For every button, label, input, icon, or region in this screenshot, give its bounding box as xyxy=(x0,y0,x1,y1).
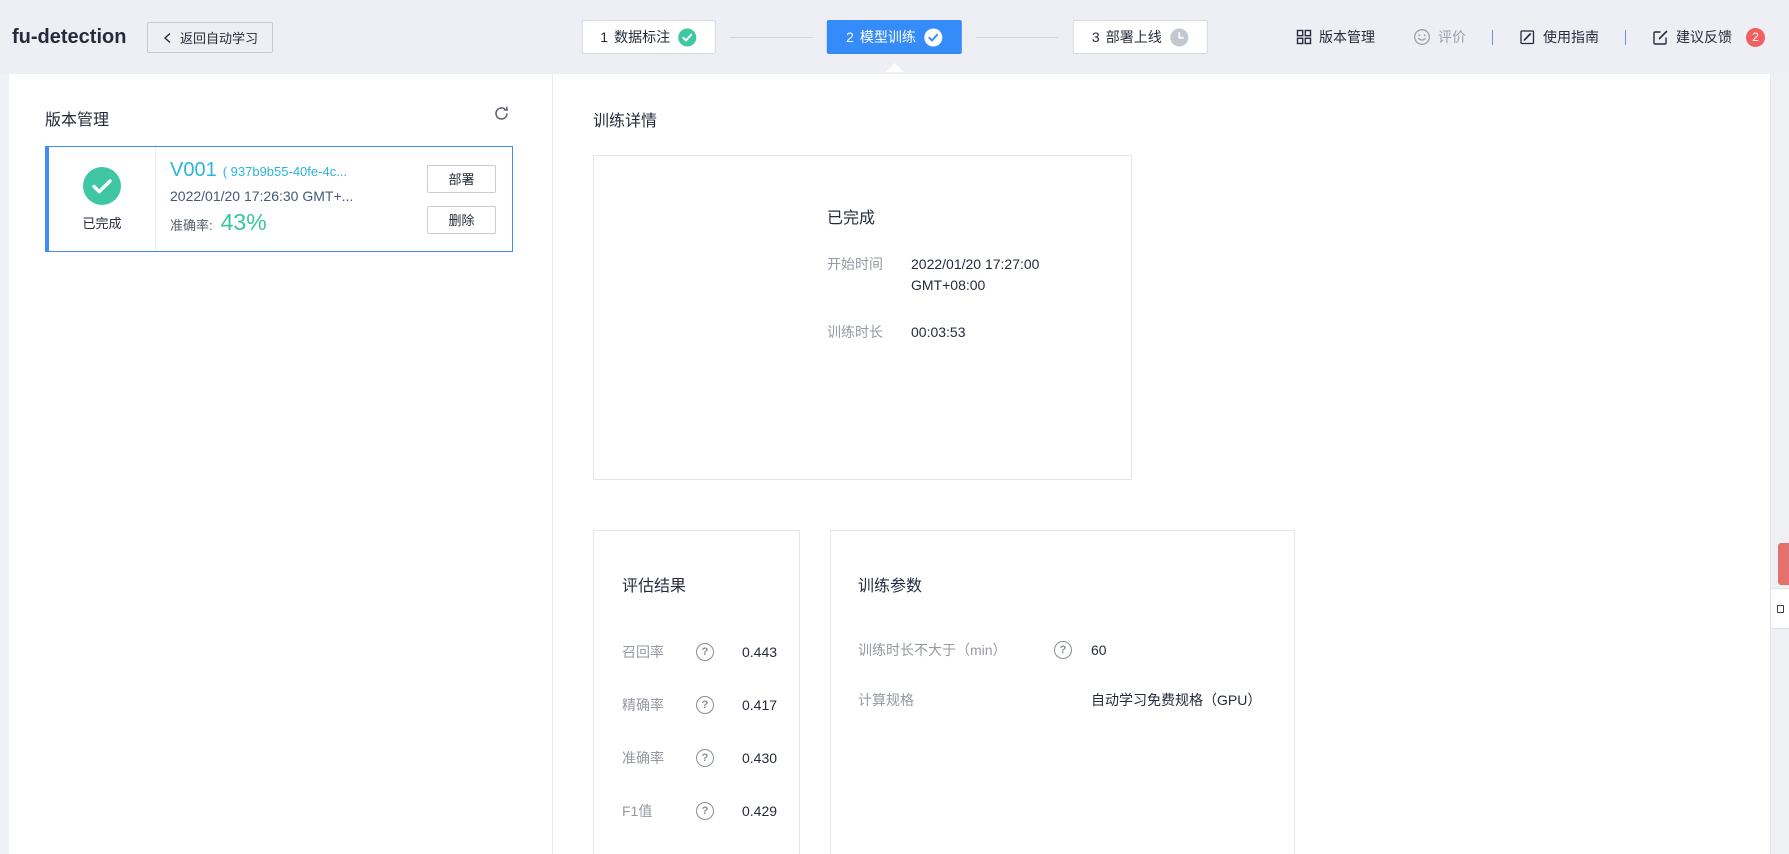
duration-label: 训练时长 xyxy=(827,324,883,340)
version-status-block: 已完成 xyxy=(49,147,156,251)
help-icon[interactable]: ? xyxy=(696,748,714,767)
metric-label: 精确率 xyxy=(622,696,664,713)
metric-value: 0.430 xyxy=(742,749,778,766)
left-gutter xyxy=(0,74,9,854)
metric-value: 0.417 xyxy=(742,696,778,713)
rate-link[interactable]: 评价 xyxy=(1413,27,1466,47)
screen: fu-detection 返回自动学习 1 数据标注 2 模型训练 3 部署上线… xyxy=(0,0,1789,854)
step-label: 模型训练 xyxy=(859,29,916,45)
step-model-training[interactable]: 2 模型训练 xyxy=(827,20,962,72)
version-uuid: ( 937b9b55-40fe-4c... xyxy=(222,164,348,179)
version-management-label: 版本管理 xyxy=(1319,29,1375,45)
step-data-labeling[interactable]: 1 数据标注 xyxy=(581,20,717,54)
param-label: 训练时长不大于（min） xyxy=(858,642,1007,658)
metric-label: 准确率 xyxy=(622,749,664,766)
param-label: 计算规格 xyxy=(858,692,914,708)
version-status-label: 已完成 xyxy=(82,215,122,231)
user-guide-link[interactable]: 使用指南 xyxy=(1519,27,1599,47)
project-title: fu-detection xyxy=(12,25,127,48)
version-card[interactable]: 已完成 V001 ( 937b9b55-40fe-4c... 2022/01/2… xyxy=(45,146,513,252)
help-icon[interactable]: ? xyxy=(696,801,714,820)
metric-value: 0.443 xyxy=(742,643,778,660)
grid-icon xyxy=(1296,29,1312,45)
version-panel-title: 版本管理 xyxy=(45,112,110,129)
deploy-button[interactable]: 部署 xyxy=(427,164,496,193)
metric-row-f1: F1值 ? 0.429 xyxy=(622,784,789,837)
version-panel: 版本管理 已完成 V001 ( 937b9b55-40fe-4c... 2022… xyxy=(9,74,553,854)
chevron-left-icon xyxy=(162,32,173,44)
evaluation-card: 评估结果 召回率 ? 0.443 精确率 ? 0.417 准确率 ? 0.430 xyxy=(593,530,800,854)
separator xyxy=(1625,29,1626,45)
refresh-button[interactable] xyxy=(490,102,512,124)
metric-label: F1值 xyxy=(622,802,653,819)
help-icon[interactable]: ? xyxy=(1054,641,1072,659)
user-guide-label: 使用指南 xyxy=(1543,29,1599,45)
accuracy-label: 准确率: xyxy=(170,218,213,233)
step-connector xyxy=(730,36,814,38)
metric-label: 召回率 xyxy=(622,643,664,660)
support-tab-icon xyxy=(1776,604,1784,613)
training-detail-area: 训练详情 已完成 开始时间 2022/01/20 17:27:00 GMT+08… xyxy=(553,74,1770,854)
version-created-time: 2022/01/20 17:26:30 GMT+... xyxy=(170,188,354,204)
param-row-compute-spec: 计算规格 自动学习免费规格（GPU） xyxy=(858,675,1284,725)
training-params-title: 训练参数 xyxy=(858,578,923,595)
step-label: 数据标注 xyxy=(614,29,671,45)
top-header: fu-detection 返回自动学习 1 数据标注 2 模型训练 3 部署上线… xyxy=(0,0,1789,74)
param-value: 自动学习免费规格（GPU） xyxy=(1091,692,1262,708)
metric-row-accuracy: 准确率 ? 0.430 xyxy=(622,731,789,784)
step-deploy[interactable]: 3 部署上线 xyxy=(1072,20,1208,54)
training-status-card: 已完成 开始时间 2022/01/20 17:27:00 GMT+08:00 训… xyxy=(593,155,1132,480)
back-button[interactable]: 返回自动学习 xyxy=(147,22,274,53)
param-value: 60 xyxy=(1091,642,1107,658)
scrollbar-gutter[interactable] xyxy=(1770,74,1789,854)
success-check-icon xyxy=(83,166,121,205)
param-row-max-duration: 训练时长不大于（min） ? 60 xyxy=(858,625,1284,675)
metric-row-precision: 精确率 ? 0.417 xyxy=(622,678,789,731)
support-side-tab[interactable] xyxy=(1770,588,1789,629)
clock-icon xyxy=(1170,27,1189,47)
help-icon[interactable]: ? xyxy=(696,695,714,714)
training-params-card: 训练参数 训练时长不大于（min） ? 60 计算规格 自动学习免费规格（GPU… xyxy=(830,530,1295,854)
rate-label: 评价 xyxy=(1438,29,1466,45)
training-detail-title: 训练详情 xyxy=(593,113,658,130)
step-number: 2 xyxy=(846,29,854,45)
guide-doc-icon xyxy=(1519,29,1536,46)
metric-row-recall: 召回率 ? 0.443 xyxy=(622,625,789,678)
feedback-side-tab[interactable] xyxy=(1778,543,1789,585)
feedback-count-badge: 2 xyxy=(1746,27,1765,47)
start-time-label: 开始时间 xyxy=(827,256,883,272)
metric-value: 0.429 xyxy=(742,802,778,819)
feedback-link[interactable]: 建议反馈 2 xyxy=(1652,27,1765,47)
step-connector xyxy=(975,36,1059,38)
step-wizard: 1 数据标注 2 模型训练 3 部署上线 xyxy=(581,20,1208,72)
start-time-value: 2022/01/20 17:27:00 GMT+08:00 xyxy=(911,256,1040,293)
separator xyxy=(1492,29,1493,45)
smiley-icon xyxy=(1413,28,1431,46)
duration-value: 00:03:53 xyxy=(911,324,966,340)
version-management-link[interactable]: 版本管理 xyxy=(1296,27,1375,47)
step-label: 部署上线 xyxy=(1105,29,1162,45)
step-number: 3 xyxy=(1091,29,1100,45)
feedback-compose-icon xyxy=(1652,29,1669,46)
version-id: V001 xyxy=(170,159,217,181)
feedback-label: 建议反馈 xyxy=(1676,29,1732,45)
help-icon[interactable]: ? xyxy=(696,642,714,661)
header-actions: 版本管理 评价 使用指南 建议反馈 2 xyxy=(1296,0,1765,74)
back-button-label: 返回自动学习 xyxy=(180,31,259,46)
version-actions: 部署 删除 xyxy=(426,147,512,251)
evaluation-title: 评估结果 xyxy=(622,578,687,595)
accuracy-value: 43% xyxy=(220,209,267,235)
check-circle-icon xyxy=(924,27,943,47)
training-status: 已完成 xyxy=(827,210,876,227)
delete-button[interactable]: 删除 xyxy=(427,205,496,234)
version-info: V001 ( 937b9b55-40fe-4c... 2022/01/20 17… xyxy=(156,147,426,251)
check-circle-icon xyxy=(678,27,697,47)
step-number: 1 xyxy=(600,29,609,45)
